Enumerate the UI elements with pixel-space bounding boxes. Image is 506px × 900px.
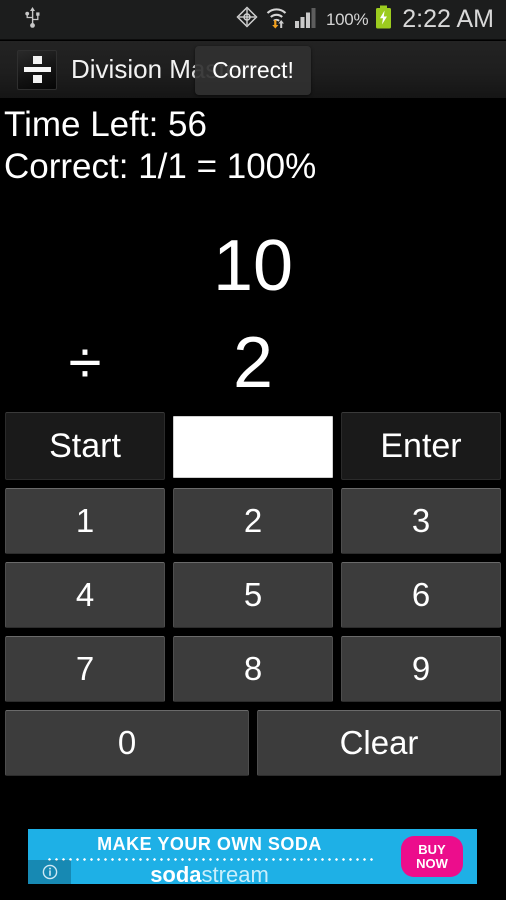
usb-icon	[24, 5, 41, 34]
wifi-transfer-icon	[265, 6, 288, 34]
phone-screen: 100% 2:22 AM Division Master Correct! Ti…	[0, 0, 506, 900]
keypad-row-2: 4 5 6	[0, 562, 506, 628]
start-button[interactable]: Start	[5, 412, 165, 480]
ad-buy-now-button[interactable]: BUY NOW	[401, 836, 463, 877]
keypad-row-4: 0 Clear	[0, 710, 506, 776]
clock-label: 2:22 AM	[402, 5, 494, 33]
gps-crosshair-icon	[236, 6, 258, 33]
keypad-row-3: 7 8 9	[0, 636, 506, 702]
division-icon-top-dot	[32, 56, 42, 64]
correct-score-label: Correct: 1/1 = 100%	[4, 147, 317, 186]
time-left-label: Time Left: 56	[4, 105, 207, 144]
answer-input[interactable]	[173, 416, 333, 478]
ad-brand-bold: soda	[150, 862, 202, 884]
math-problem: 10 ÷ 2	[0, 222, 506, 407]
key-4[interactable]: 4	[5, 562, 165, 628]
stats-panel: Time Left: 56 Correct: 1/1 = 100%	[0, 104, 506, 188]
status-bar-right: 100% 2:22 AM	[236, 5, 506, 34]
key-6[interactable]: 6	[341, 562, 501, 628]
key-1[interactable]: 1	[5, 488, 165, 554]
key-9[interactable]: 9	[341, 636, 501, 702]
signal-bars-icon	[294, 6, 319, 33]
ad-banner[interactable]: MAKE YOUR OWN SODA sodastream BUY NOW	[28, 829, 477, 884]
status-bar: 100% 2:22 AM	[0, 0, 506, 40]
status-bar-left	[0, 5, 41, 34]
battery-charging-icon	[375, 5, 392, 34]
keypad-area: Start Enter 1 2 3 4 5 6 7 8 9 0 Clear	[0, 412, 506, 784]
key-0[interactable]: 0	[5, 710, 249, 776]
toast-message: Correct!	[195, 46, 311, 95]
key-2[interactable]: 2	[173, 488, 333, 554]
ad-brand-light: stream	[201, 862, 269, 884]
division-icon-bottom-dot	[32, 75, 42, 83]
division-icon-bar	[23, 67, 51, 72]
enter-button[interactable]: Enter	[341, 412, 501, 480]
division-app-icon	[17, 49, 57, 90]
keypad-row-1: 1 2 3	[0, 488, 506, 554]
dividend-label: 10	[212, 226, 294, 306]
key-3[interactable]: 3	[341, 488, 501, 554]
ad-cta-line-1: BUY	[418, 841, 446, 857]
info-icon[interactable]	[28, 860, 71, 884]
key-5[interactable]: 5	[173, 562, 333, 628]
clear-button[interactable]: Clear	[257, 710, 501, 776]
battery-percent-label: 100%	[325, 9, 369, 29]
key-7[interactable]: 7	[5, 636, 165, 702]
ad-dotted-divider	[46, 858, 376, 861]
divisor-label: 2	[232, 323, 274, 403]
key-8[interactable]: 8	[173, 636, 333, 702]
ad-cta-line-2: NOW	[416, 855, 448, 871]
controls-row: Start Enter	[0, 412, 506, 480]
